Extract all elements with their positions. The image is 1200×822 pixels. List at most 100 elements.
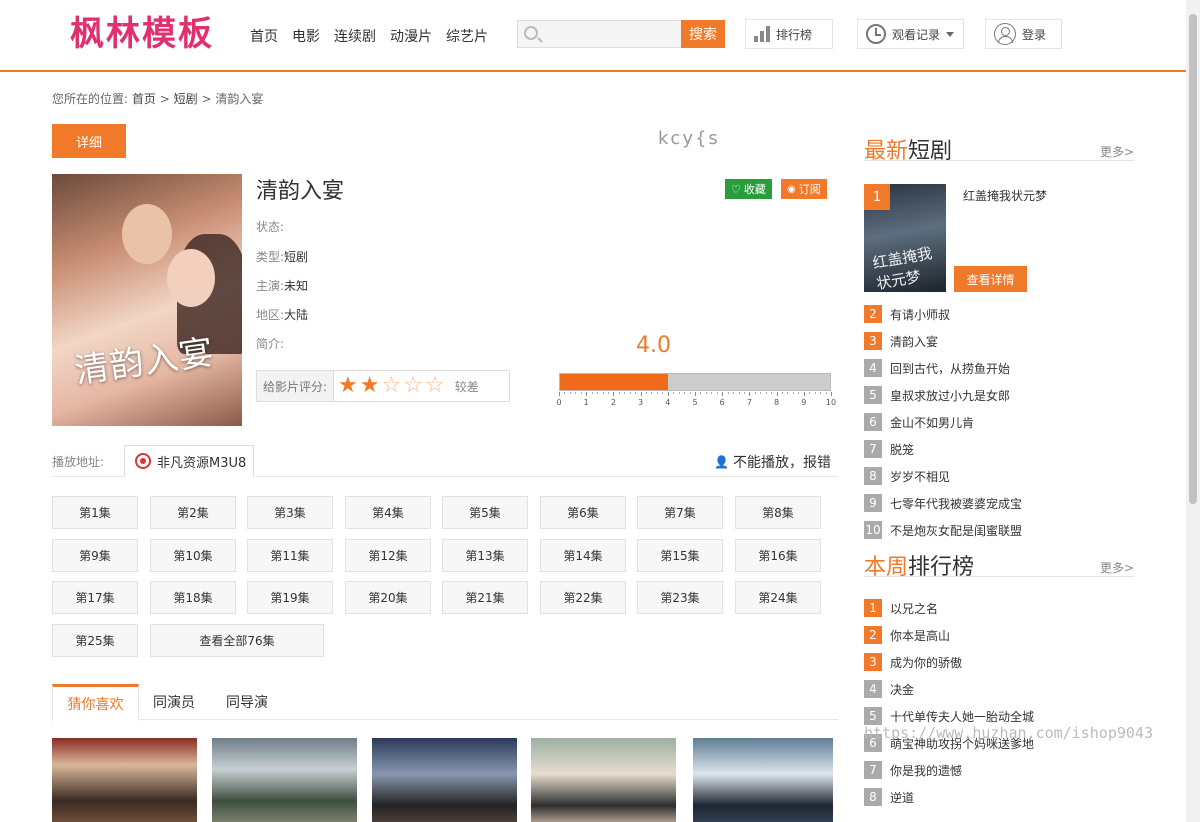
episode-button[interactable]: 第23集 [637,581,723,614]
scale-minor-tick [792,392,794,394]
login-button[interactable]: 登录 [985,19,1062,49]
tab-same-actor[interactable]: 同演员 [144,684,204,720]
report-link[interactable]: 👤 不能播放，报错 [714,452,831,472]
view-all-episodes-button[interactable]: 查看全部76集 [150,624,324,657]
scale-tick [640,392,642,396]
weekly-more-link[interactable]: 更多> [1100,559,1134,576]
nav-anime[interactable]: 动漫片 [390,26,432,46]
episode-button[interactable]: 第15集 [637,539,723,572]
rank-list-item[interactable]: 3 成为你的骄傲 [864,653,962,671]
favorite-button[interactable]: ♡ 收藏 [725,179,772,199]
nav-series[interactable]: 连续剧 [334,26,376,46]
episode-button[interactable]: 第11集 [247,539,333,572]
search-input[interactable] [546,25,676,43]
related-thumbnail[interactable] [693,738,833,822]
rank-list-item[interactable]: 8 岁岁不相见 [864,467,950,485]
watermark-text: https://www.huzhan.com/ishop9043 [864,724,1153,742]
related-thumbnail[interactable] [212,738,357,822]
scale-minor-tick [684,392,686,394]
episode-button[interactable]: 第14集 [540,539,626,572]
rank-button[interactable]: 排行榜 [745,19,833,49]
rank-title: 十代单传夫人她一胎动全城 [890,709,1035,724]
scale-minor-tick [689,392,691,394]
source-tab[interactable]: 非凡资源M3U8 [124,445,254,477]
episode-button[interactable]: 第7集 [637,496,723,529]
rank-number: 9 [864,494,882,512]
episode-button[interactable]: 第8集 [735,496,821,529]
episode-button[interactable]: 第6集 [540,496,626,529]
breadcrumb-home[interactable]: 首页 [132,92,156,106]
rank-list-item[interactable]: 8 逆道 [864,788,914,806]
rank-list-item[interactable]: 2 你本是高山 [864,626,950,644]
episode-button[interactable]: 第2集 [150,496,236,529]
episode-button[interactable]: 第24集 [735,581,821,614]
episode-button[interactable]: 第19集 [247,581,333,614]
rank-list-item[interactable]: 2 有请小师叔 [864,305,950,323]
related-thumbnail[interactable] [52,738,197,822]
rank-list-item[interactable]: 4 决金 [864,680,914,698]
rank-title: 逆道 [890,790,915,805]
episode-button[interactable]: 第18集 [150,581,236,614]
rank-list-item[interactable]: 1 以兄之名 [864,599,938,617]
episode-button[interactable]: 第1集 [52,496,138,529]
episode-button[interactable]: 第4集 [345,496,431,529]
chart-icon [754,26,770,42]
related-thumbnail[interactable] [531,738,676,822]
episode-button[interactable]: 第10集 [150,539,236,572]
episode-button[interactable]: 第16集 [735,539,821,572]
site-logo[interactable]: 枫林模板 [70,6,214,55]
score-bar [559,373,831,391]
episode-button[interactable]: 第22集 [540,581,626,614]
star-icon[interactable]: ★ [338,375,358,397]
episode-button[interactable]: 第3集 [247,496,333,529]
episode-button[interactable]: 第9集 [52,539,138,572]
episode-button[interactable]: 第5集 [442,496,528,529]
episode-button[interactable]: 第17集 [52,581,138,614]
rank-list-item[interactable]: 9 七零年代我被婆婆宠成宝 [864,494,1022,512]
search-button[interactable]: 搜索 [681,20,725,48]
rank-list-item[interactable]: 4 回到古代，从捞鱼开始 [864,359,1010,377]
subscribe-button[interactable]: ◉ 订阅 [781,179,827,199]
star-icon[interactable]: ☆ [403,375,423,397]
rank-list-item[interactable]: 10 不是炮灰女配是闺蜜联盟 [864,521,1022,539]
star-icon[interactable]: ☆ [382,375,402,397]
episode-button[interactable]: 第20集 [345,581,431,614]
episode-button[interactable]: 第12集 [345,539,431,572]
episode-button[interactable]: 第21集 [442,581,528,614]
episode-button[interactable]: 第25集 [52,624,138,657]
detail-tab[interactable]: 详细 [52,124,126,158]
featured-poster[interactable]: 1 红盖掩我状元梦 [864,184,946,292]
scale-tick [559,392,560,396]
breadcrumb-category[interactable]: 短剧 [174,92,198,106]
rank-list-item[interactable]: 7 你是我的遗憾 [864,761,962,779]
tab-guess-you-like[interactable]: 猜你喜欢 [52,684,139,721]
related-thumbnail[interactable] [372,738,517,822]
breadcrumb-current: 清韵入宴 [215,92,264,106]
rank-list-item[interactable]: 3 清韵入宴 [864,332,938,350]
rank-list-item[interactable]: 7 脱笼 [864,440,914,458]
scale-tick [776,392,778,396]
rank-list-item[interactable]: 6 金山不如男儿肯 [864,413,974,431]
nav-movie[interactable]: 电影 [292,26,320,46]
scale-minor-tick [782,392,784,394]
tab-same-director[interactable]: 同导演 [217,684,277,720]
latest-more-link[interactable]: 更多> [1100,143,1134,160]
rank-number: 10 [864,521,882,539]
featured-title[interactable]: 红盖掩我状元梦 [963,187,1123,204]
rank-number: 8 [864,788,882,806]
scale-minor-tick [651,392,653,394]
rank-title: 成为你的骄傲 [890,655,963,670]
scale-minor-tick [624,392,626,394]
episode-button[interactable]: 第13集 [442,539,528,572]
history-button[interactable]: 观看记录 [857,19,964,49]
view-details-button[interactable]: 查看详情 [954,266,1027,292]
nav-home[interactable]: 首页 [250,26,278,46]
star-icon[interactable]: ☆ [425,375,445,397]
page-scrollbar[interactable] [1186,0,1200,822]
scrollbar-thumb[interactable] [1189,14,1197,504]
rank-list-item[interactable]: 5 十代单传夫人她一胎动全城 [864,707,1034,725]
rank-list-item[interactable]: 5 皇叔求放过小九是女郎 [864,386,1010,404]
nav-variety[interactable]: 综艺片 [446,26,488,46]
movie-poster[interactable]: 清韵入宴 [52,174,242,426]
star-icon[interactable]: ★ [360,375,380,397]
